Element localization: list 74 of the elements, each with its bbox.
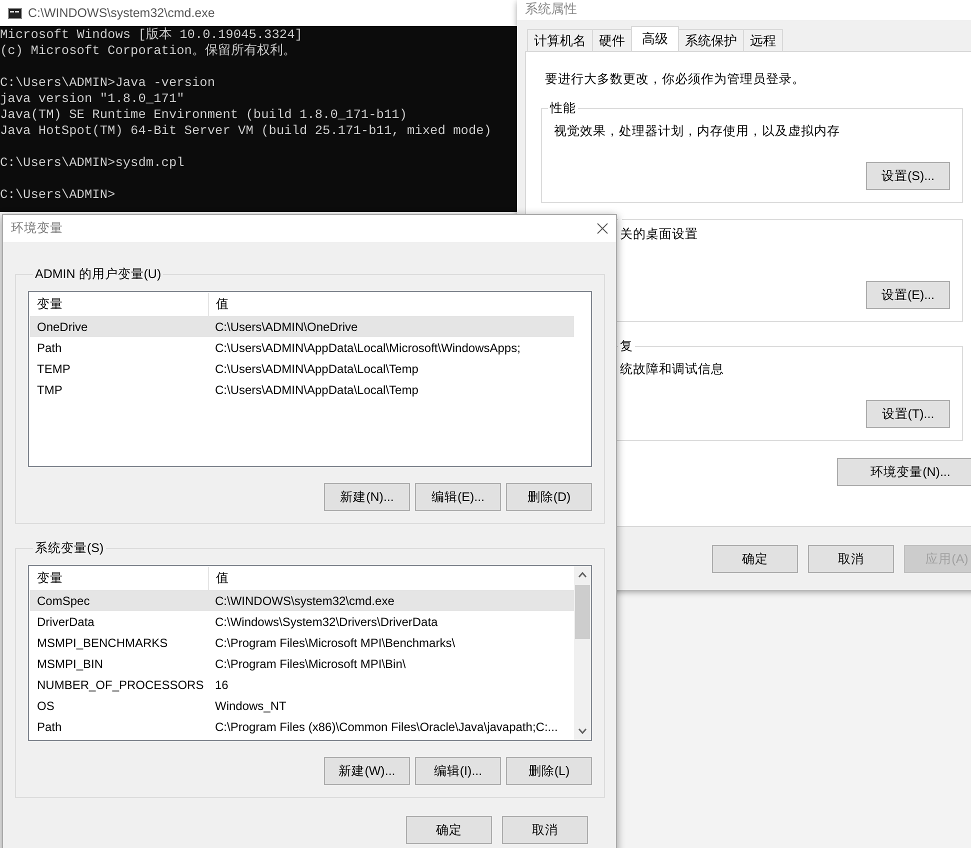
variable-value: C:\Windows\System32\Drivers\DriverData xyxy=(214,614,439,628)
dialog-button[interactable]: 取消 xyxy=(502,816,588,844)
dialog-button[interactable]: 确定 xyxy=(712,545,798,573)
list-row[interactable]: DriverData C:\Windows\System32\Drivers\DriverData xyxy=(30,611,574,632)
console-line: C:\Users\ADMIN>sysdm.cpl xyxy=(0,155,184,171)
dialog-button[interactable]: 确定 xyxy=(406,816,492,844)
variable-name: Path xyxy=(36,720,63,734)
console-line: Java HotSpot(TM) 64-Bit Server VM (build 25.171-b11, mixed mode) xyxy=(0,123,492,139)
variable-value: C:\Users\ADMIN\AppData\Local\Temp xyxy=(214,362,420,376)
console-line: C:\Users\ADMIN> xyxy=(0,187,116,203)
list-row[interactable]: MSMPI_BENCHMARKS C:\Program Files\Microsoft MPI\Benchmarks\ xyxy=(30,632,574,653)
settings-button[interactable]: 设置(S)... xyxy=(866,162,950,190)
tab[interactable]: 计算机名 xyxy=(527,29,593,51)
variable-name: DriverData xyxy=(36,614,96,628)
group-description: 关的桌面设置 xyxy=(620,226,699,243)
variable-name: Path xyxy=(36,340,63,354)
list-row[interactable]: ComSpec C:\WINDOWS\system32\cmd.exe xyxy=(30,590,574,611)
list-action-button[interactable]: 编辑(I)... xyxy=(415,757,501,785)
variable-name: OS xyxy=(36,698,56,712)
variable-name: TEMP xyxy=(36,362,72,376)
list-row[interactable]: TEMP C:\Users\ADMIN\AppData\Local\Temp xyxy=(30,358,574,379)
variable-value: C:\Program Files\Microsoft MPI\Benchmarks\ xyxy=(214,636,456,650)
console-line: java version "1.8.0_171" xyxy=(0,91,184,107)
list-action-button[interactable]: 编辑(E)... xyxy=(415,483,501,511)
tab[interactable]: 高级 xyxy=(631,26,679,51)
list-row[interactable]: Path C:\Users\ADMIN\AppData\Local\Microsoft\WindowsApps; xyxy=(30,337,574,358)
tab[interactable]: 远程 xyxy=(743,29,783,51)
console-line: Microsoft Windows [版本 10.0.19045.3324] xyxy=(0,27,302,43)
variable-value: C:\Users\ADMIN\OneDrive xyxy=(214,320,359,334)
list-action-button[interactable]: 新建(W)... xyxy=(324,757,410,785)
group-title: ADMIN 的用户变量(U) xyxy=(34,266,162,283)
list-row[interactable]: OS Windows_NT xyxy=(30,695,574,716)
list-row[interactable]: TMP C:\Users\ADMIN\AppData\Local\Temp xyxy=(30,379,574,400)
list-row[interactable]: OneDrive C:\Users\ADMIN\OneDrive xyxy=(30,316,574,337)
window-title: 环境变量 xyxy=(11,220,63,237)
variable-name: MSMPI_BENCHMARKS xyxy=(36,636,169,650)
variable-value: Windows_NT xyxy=(214,698,288,712)
group-description: 视觉效果，处理器计划，内存使用，以及虚拟内存 xyxy=(554,123,841,140)
list-row[interactable]: NUMBER_OF_PROCESSORS 16 xyxy=(30,674,574,695)
group-title: 复 xyxy=(619,338,634,355)
variable-name: OneDrive xyxy=(36,320,89,334)
list-action-button[interactable]: 删除(L) xyxy=(506,757,592,785)
environment-variables-button[interactable]: 环境变量(N)... xyxy=(837,458,971,486)
variable-value: C:\Users\ADMIN\AppData\Local\Temp xyxy=(214,382,420,396)
variable-value: 16 xyxy=(214,678,230,692)
variable-value: C:\Users\ADMIN\AppData\Local\Microsoft\WindowsApps; xyxy=(214,340,522,354)
variable-name: TMP xyxy=(36,382,64,396)
dialog-button[interactable]: 取消 xyxy=(808,545,894,573)
list-action-button[interactable]: 新建(N)... xyxy=(324,483,410,511)
terminal-icon xyxy=(8,8,22,18)
variable-value: C:\WINDOWS\system32\cmd.exe xyxy=(214,594,396,608)
group-description: 统故障和调试信息 xyxy=(620,361,725,378)
list-row[interactable]: MSMPI_BIN C:\Program Files\Microsoft MPI\Bin\ xyxy=(30,653,574,674)
variable-name: ComSpec xyxy=(36,594,91,608)
variable-name: NUMBER_OF_PROCESSORS xyxy=(36,678,205,692)
notice-text: 要进行大多数更改，你必须作为管理员登录。 xyxy=(545,71,806,88)
list-row[interactable]: Path C:\Program Files (x86)\Common Files\Oracle\Java\javapath;C:... xyxy=(30,716,574,737)
group-title: 性能 xyxy=(548,100,577,117)
column-header[interactable]: 变量 xyxy=(30,293,208,316)
scrollbar[interactable] xyxy=(574,566,591,740)
window-title: C:\WINDOWS\system32\cmd.exe xyxy=(28,6,215,20)
console-line: Java(TM) SE Runtime Environment (build 1.8.0_171-b11) xyxy=(0,107,408,123)
variable-name: MSMPI_BIN xyxy=(36,656,104,670)
settings-button[interactable]: 设置(T)... xyxy=(866,400,950,428)
variable-value: C:\Program Files\Microsoft MPI\Bin\ xyxy=(214,656,407,670)
column-header[interactable]: 变量 xyxy=(30,567,208,590)
list-action-button[interactable]: 删除(D) xyxy=(506,483,592,511)
console-line: (c) Microsoft Corporation。保留所有权利。 xyxy=(0,43,296,59)
window-title: 系统属性 xyxy=(517,0,971,20)
settings-button[interactable]: 设置(E)... xyxy=(866,281,950,309)
variable-value: C:\Program Files (x86)\Common Files\Oracle\Java\javapath;C:... xyxy=(214,720,559,734)
close-icon[interactable] xyxy=(597,223,608,234)
console-line: C:\Users\ADMIN>Java -version xyxy=(0,75,216,91)
group-title: 系统变量(S) xyxy=(34,540,105,557)
